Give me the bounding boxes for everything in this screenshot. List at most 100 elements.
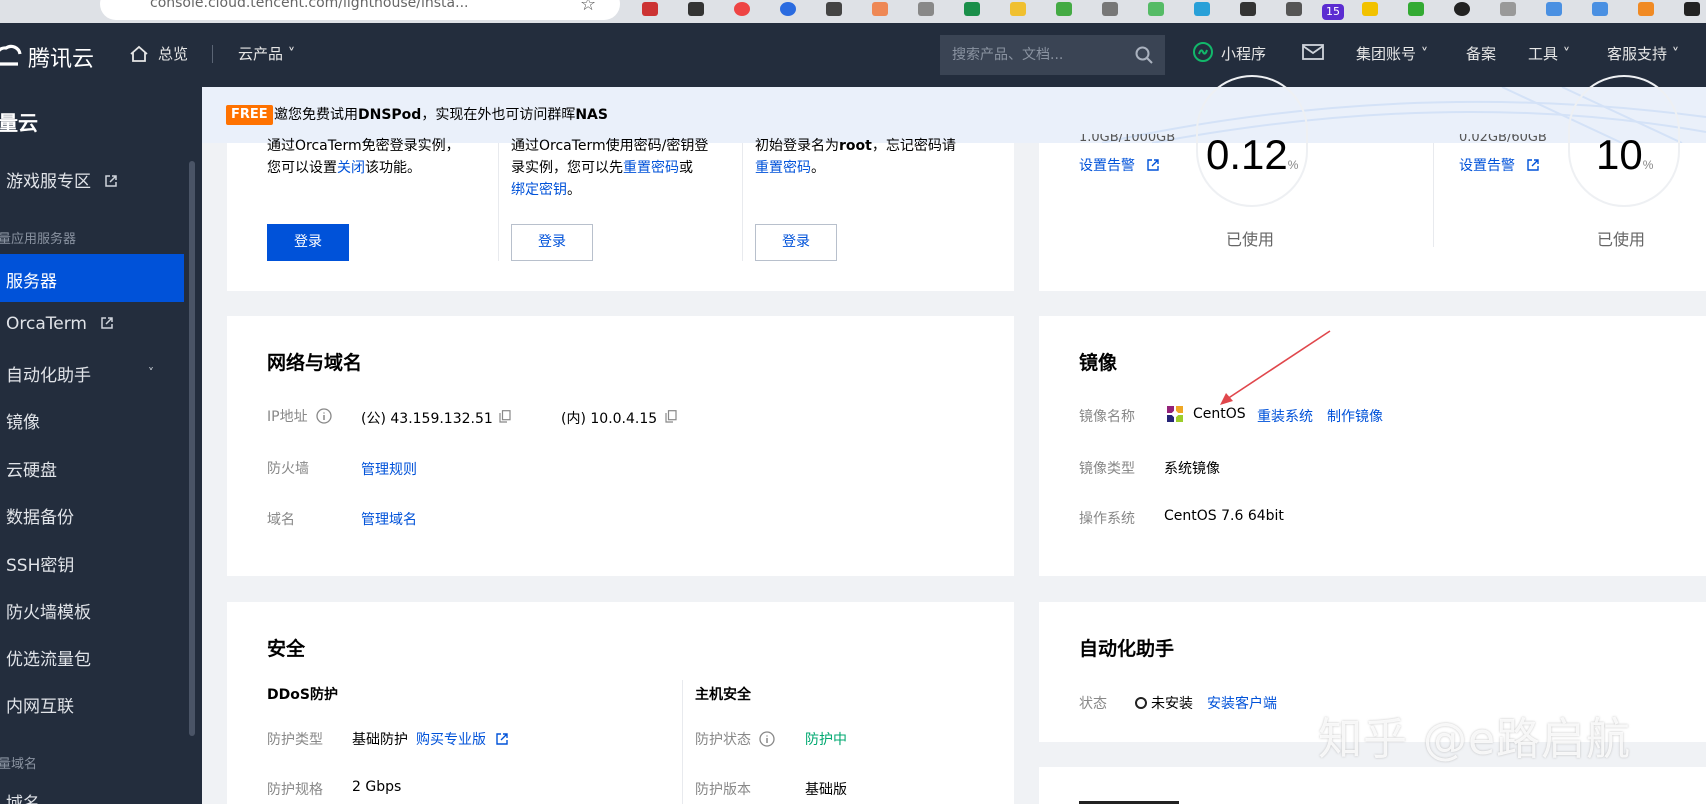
bookmark-star-icon[interactable]: ☆ [580,0,596,15]
browser-toolbar: console.cloud.tencent.com/lighthouse/ins… [0,0,1706,23]
nav-record[interactable]: 备案 [1466,43,1496,64]
host-version-value: 基础版 [805,782,847,798]
info-icon[interactable] [316,408,332,424]
bookmark-icon[interactable] [1056,2,1072,16]
ip-label: IP地址 [267,406,332,426]
copy-icon[interactable] [665,410,677,423]
home-icon[interactable] [128,43,150,65]
nav-tools[interactable]: 工具 ˅ [1528,43,1570,64]
bookmark-icon[interactable] [1408,2,1424,16]
bookmark-icon[interactable] [1102,2,1118,16]
nav-products-menu[interactable]: 云产品 ˅ [238,43,295,64]
next-card-title-cut [1079,796,1179,804]
bookmark-icon[interactable] [964,2,980,16]
copy-icon[interactable] [499,410,511,423]
sidebar-item-image[interactable]: 镜像 [6,408,40,433]
manage-rules-link[interactable]: 管理规则 [361,459,417,479]
bookmark-icon[interactable] [826,2,842,16]
public-ip: (公) 43.159.132.51 [361,411,493,427]
image-type-label: 镜像类型 [1079,461,1135,477]
external-link-icon [105,175,118,187]
login-option-1-desc: 通过OrcaTerm免密登录实例， 您可以设置关闭该功能。 [267,138,460,176]
sidebar-item-server[interactable]: 服务器 [6,267,57,292]
login-button-passwordless[interactable]: 登录 [267,224,349,261]
reset-password-link[interactable]: 重置密码 [623,160,679,176]
login-button-root[interactable]: 登录 [755,224,837,261]
sidebar-item-orcaterm[interactable]: OrcaTerm [6,314,114,334]
free-badge: FREE [226,105,273,125]
bookmark-icon[interactable] [1684,2,1700,16]
bookmark-icon[interactable] [1362,2,1378,16]
login-option-2-desc: 通过OrcaTerm使用密码/密钥登 录实例，您可以先重置密码或 绑定密钥。 [511,138,709,198]
sidebar-item-intranet[interactable]: 内网互联 [6,692,74,717]
mail-icon[interactable] [1302,43,1324,61]
bookmark-icon[interactable] [1454,2,1470,16]
disk-alarm-link[interactable]: 设置告警 [1459,155,1540,175]
logo-text[interactable]: 腾讯云 [28,41,94,73]
domain-label: 域名 [267,512,295,528]
install-client-link[interactable]: 安装客户端 [1207,693,1277,713]
extension-badge[interactable]: 15 [1322,4,1344,20]
nav-miniprogram[interactable]: 小程序 [1221,43,1266,64]
security-card-title: 安全 [267,638,306,660]
reset-password-link[interactable]: 重置密码 [755,160,811,176]
chevron-down-icon[interactable]: ˅ [148,366,154,380]
bookmark-icon[interactable] [1500,2,1516,16]
bookmark-icon[interactable] [872,2,888,16]
sidebar-item-cloud-disk[interactable]: 云硬盘 [6,456,57,481]
bookmark-icon[interactable] [1286,2,1302,16]
address-text: console.cloud.tencent.com/lighthouse/ins… [150,0,469,11]
security-card [227,602,1014,804]
sidebar-item-game-zone[interactable]: 游戏服专区 [6,167,118,192]
sidebar-item-firewall-template[interactable]: 防火墙模板 [6,598,91,623]
tencent-cloud-logo-icon[interactable] [0,40,22,70]
nav-overview[interactable]: 总览 [158,43,188,64]
buy-pro-link[interactable]: 购买专业版 [416,729,509,749]
disable-link[interactable]: 关闭 [337,160,365,176]
divider [498,143,499,261]
info-icon[interactable] [759,731,776,747]
os-value: CentOS 7.6 64bit [1164,508,1284,524]
sidebar-scrollbar[interactable] [189,161,195,736]
bind-key-link[interactable]: 绑定密钥 [511,182,567,198]
sidebar-item-ssh-key[interactable]: SSH密钥 [6,551,74,576]
nav-support[interactable]: 客服支持 ˅ [1607,43,1679,64]
traffic-used-label: 已使用 [1226,230,1275,249]
disk-usage-value: 10% [1596,131,1654,178]
bookmark-icon[interactable] [918,2,934,16]
bookmark-icon[interactable] [1592,2,1608,16]
bookmark-icon[interactable] [1240,2,1256,16]
login-button-password[interactable]: 登录 [511,224,593,261]
sidebar-item-traffic-package[interactable]: 优选流量包 [6,645,91,670]
automation-status-value: 未安装 [1151,696,1193,712]
search-icon[interactable] [1134,45,1154,65]
image-type-value: 系统镜像 [1164,461,1220,477]
sidebar-item-automation[interactable]: 自动化助手 [6,361,91,386]
sidebar-item-backup[interactable]: 数据备份 [6,503,74,528]
banner-text[interactable]: 邀您免费试用DNSPod，实现在外也可访问群晖NAS [274,104,608,124]
bookmark-icon[interactable] [1546,2,1562,16]
search-input[interactable] [952,44,1122,66]
host-security-title: 主机安全 [695,687,751,703]
bookmark-icon[interactable] [780,2,796,16]
manage-domain-link[interactable]: 管理域名 [361,509,417,529]
sidebar-item-domain[interactable]: 域名 [6,789,40,804]
bookmark-icon[interactable] [734,2,750,16]
divider [742,143,743,261]
bookmark-icon[interactable] [1638,2,1654,16]
bookmark-icon[interactable] [1194,2,1210,16]
miniprogram-icon[interactable] [1192,41,1214,63]
bookmark-icon[interactable] [688,2,704,16]
nav-divider [212,45,213,63]
nav-group-account[interactable]: 集团账号 ˅ [1356,43,1428,64]
bookmark-icon[interactable] [642,2,658,16]
status-dot-icon [1135,697,1147,709]
external-link-icon [101,317,114,329]
bookmark-icon[interactable] [1148,2,1164,16]
image-card-title: 镜像 [1079,352,1118,374]
bookmark-icon[interactable] [1010,2,1026,16]
traffic-alarm-link[interactable]: 设置告警 [1079,155,1160,175]
private-ip: (内) 10.0.4.15 [561,411,658,427]
disk-used-label: 已使用 [1597,230,1646,249]
annotation-arrow [1220,330,1331,405]
